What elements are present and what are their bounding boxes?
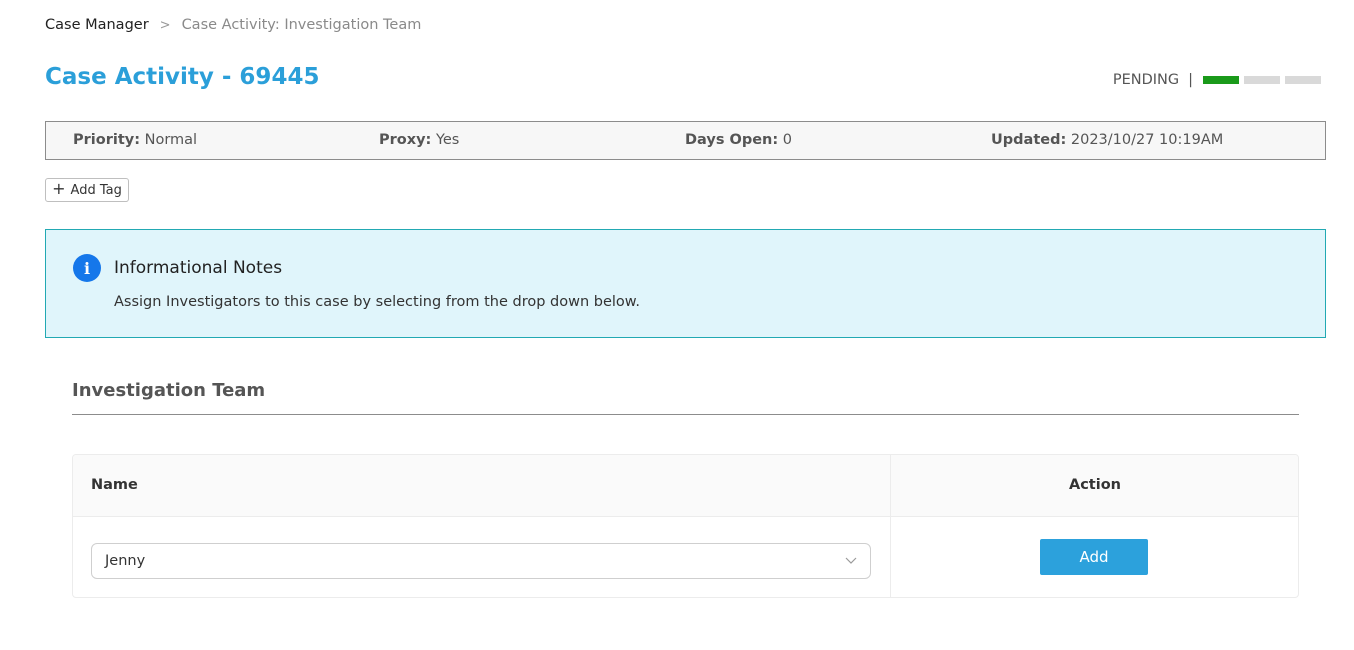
chevron-down-icon: [845, 557, 857, 564]
status-progress: [1203, 76, 1321, 84]
status-separator: |: [1188, 72, 1193, 88]
section-divider: [72, 414, 1299, 415]
add-investigator-button[interactable]: Add: [1040, 539, 1148, 575]
investigation-team-table: Name Action Jenny Add: [72, 454, 1299, 598]
column-header-name: Name: [91, 477, 138, 493]
table-header: Name Action: [73, 455, 1298, 517]
notes-title: Informational Notes: [114, 258, 283, 278]
plus-icon: +: [52, 179, 66, 198]
status-label: PENDING: [1112, 72, 1180, 88]
column-divider: [890, 455, 891, 597]
updated-label: Updated:: [991, 132, 1067, 148]
proxy-info: Proxy: Yes: [379, 132, 459, 148]
informational-notes-panel: i Informational Notes Assign Investigato…: [45, 229, 1326, 338]
proxy-label: Proxy:: [379, 132, 432, 148]
updated-value: 2023/10/27 10:19AM: [1070, 132, 1224, 148]
page-title: Case Activity - 69445: [45, 64, 320, 90]
column-header-action: Action: [1068, 477, 1121, 493]
breadcrumb-current: Case Activity: Investigation Team: [181, 17, 422, 33]
case-info-strip: Priority: Normal Proxy: Yes Days Open: 0…: [45, 121, 1326, 160]
priority-info: Priority: Normal: [73, 132, 197, 148]
notes-body: Assign Investigators to this case by sel…: [114, 294, 640, 310]
status-step-3: [1285, 76, 1321, 84]
investigator-select[interactable]: Jenny: [91, 543, 871, 579]
updated-info: Updated: 2023/10/27 10:19AM: [991, 132, 1223, 148]
proxy-value: Yes: [435, 132, 460, 148]
status-step-2: [1244, 76, 1280, 84]
days-open-info: Days Open: 0: [685, 132, 792, 148]
days-open-label: Days Open:: [685, 132, 779, 148]
investigator-select-value: Jenny: [105, 553, 146, 569]
status-step-1: [1203, 76, 1239, 84]
priority-label: Priority:: [73, 132, 141, 148]
case-status: PENDING |: [1113, 72, 1321, 88]
days-open-value: 0: [782, 132, 793, 148]
add-tag-button[interactable]: + Add Tag: [45, 178, 129, 202]
investigation-team-heading: Investigation Team: [72, 380, 266, 401]
priority-value: Normal: [144, 132, 198, 148]
info-icon: i: [73, 254, 101, 282]
breadcrumb: Case Manager > Case Activity: Investigat…: [45, 17, 421, 33]
breadcrumb-case-manager-link[interactable]: Case Manager: [45, 17, 149, 33]
breadcrumb-separator: >: [159, 17, 171, 33]
add-tag-label: Add Tag: [70, 182, 122, 198]
